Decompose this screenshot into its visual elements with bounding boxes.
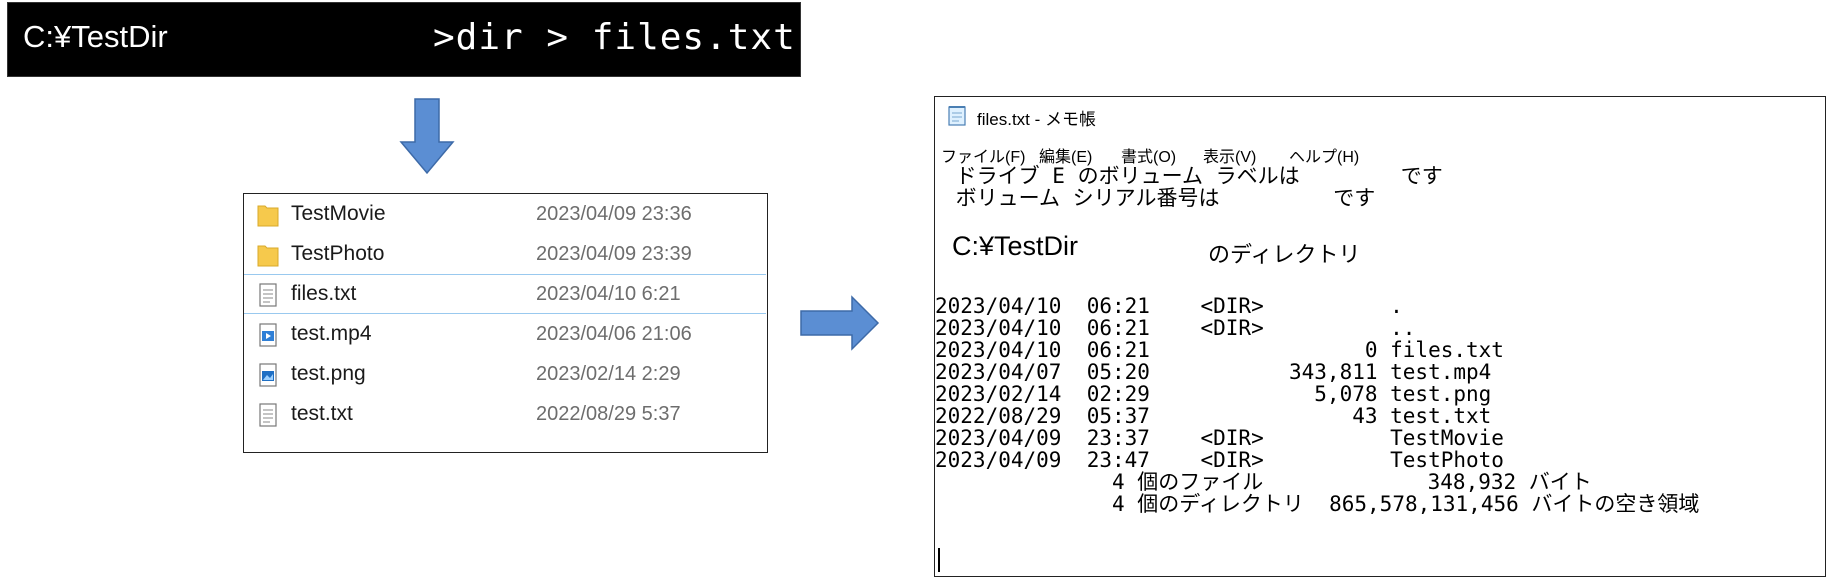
- file-name: TestPhoto: [291, 242, 385, 265]
- file-date: 2022/08/29 5:37: [536, 403, 681, 425]
- file-row[interactable]: test.png 2023/02/14 2:29: [244, 355, 766, 395]
- file-row-selected[interactable]: files.txt 2023/04/10 6:21: [244, 274, 766, 314]
- file-row[interactable]: TestMovie 2023/04/09 23:36: [244, 195, 766, 235]
- listing-line: 2023/04/09 23:37 <DIR> TestMovie: [935, 426, 1504, 450]
- listing-line: 2023/04/10 06:21 <DIR> .: [935, 294, 1403, 318]
- file-name: TestMovie: [291, 202, 386, 225]
- file-date: 2023/04/10 6:21: [536, 283, 681, 305]
- image-file-icon: [259, 363, 277, 387]
- file-date: 2023/02/14 2:29: [536, 363, 681, 385]
- directory-path: C:¥TestDir: [952, 231, 1079, 261]
- listing-line: 2023/02/14 02:29 5,078 test.png: [935, 382, 1492, 406]
- file-date: 2023/04/09 23:36: [536, 203, 692, 225]
- listing-line: 2023/04/07 05:20 343,811 test.mp4: [935, 360, 1492, 384]
- serial-number-line: ボリューム シリアル番号は です: [943, 186, 1376, 210]
- arrow-right-icon: [800, 295, 880, 351]
- explorer-file-list: TestMovie 2023/04/09 23:36 TestPhoto 202…: [243, 193, 768, 453]
- prompt-path: C:¥TestDir: [23, 19, 168, 54]
- title-bar[interactable]: files.txt - メモ帳: [935, 97, 1825, 133]
- notepad-icon: [948, 106, 966, 126]
- directory-suffix: のディレクトリ: [1208, 243, 1361, 268]
- listing-line: 2023/04/10 06:21 <DIR> ..: [935, 316, 1416, 340]
- file-name: files.txt: [291, 282, 357, 305]
- file-row[interactable]: TestPhoto 2023/04/09 23:39: [244, 235, 766, 275]
- summary-dirs-line: 4 個のディレクトリ 865,578,131,456 バイトの空き領域: [935, 492, 1700, 516]
- listing-line: 2023/04/09 23:47 <DIR> TestPhoto: [935, 448, 1504, 472]
- folder-icon: [257, 205, 279, 227]
- file-row[interactable]: test.txt 2022/08/29 5:37: [244, 395, 766, 435]
- prompt-command: >dir > files.txt: [433, 17, 796, 58]
- file-date: 2023/04/09 23:39: [536, 243, 692, 265]
- folder-icon: [257, 245, 279, 267]
- text-file-icon: [259, 403, 277, 427]
- text-cursor: [938, 548, 940, 572]
- listing-line: 2023/04/10 06:21 0 files.txt: [935, 338, 1504, 362]
- text-editor-area[interactable]: ドライブ E のボリューム ラベルは です ボリューム シリアル番号は です C…: [935, 164, 1825, 577]
- arrow-down-icon: [399, 98, 455, 175]
- text-file-icon: [259, 283, 277, 307]
- listing-line: 2022/08/29 05:37 43 test.txt: [935, 404, 1492, 428]
- file-name: test.mp4: [291, 322, 372, 345]
- notepad-window: files.txt - メモ帳 ファイル(F) 編集(E) 書式(O) 表示(V…: [934, 96, 1826, 577]
- file-name: test.txt: [291, 402, 353, 425]
- file-date: 2023/04/06 21:06: [536, 323, 692, 345]
- file-name: test.png: [291, 362, 366, 385]
- video-file-icon: [259, 323, 277, 347]
- volume-label-line: ドライブ E のボリューム ラベルは です: [943, 164, 1443, 188]
- command-prompt: C:¥TestDir >dir > files.txt: [7, 2, 801, 77]
- file-row[interactable]: test.mp4 2023/04/06 21:06: [244, 315, 766, 355]
- summary-files-line: 4 個のファイル 348,932 バイト: [935, 470, 1592, 494]
- window-title: files.txt - メモ帳: [977, 110, 1097, 129]
